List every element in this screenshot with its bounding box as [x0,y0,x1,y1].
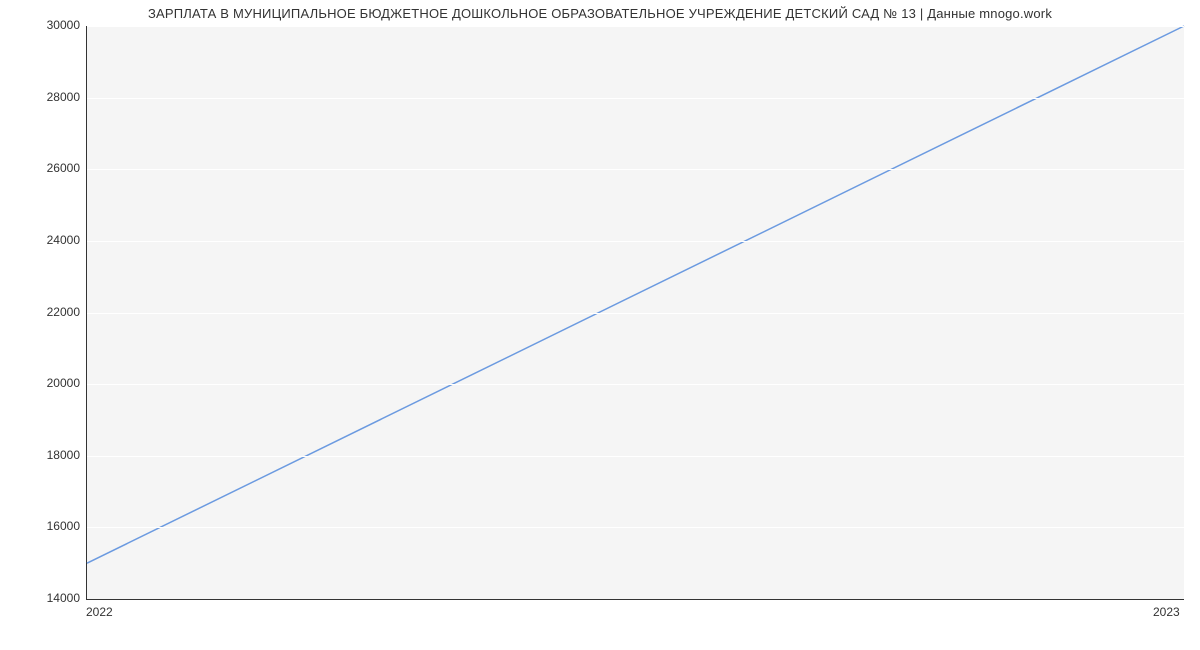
gridline [87,26,1184,27]
gridline [87,241,1184,242]
y-tick-label: 18000 [0,448,80,462]
y-tick-label: 22000 [0,305,80,319]
y-tick-label: 28000 [0,90,80,104]
gridline [87,384,1184,385]
chart-title: ЗАРПЛАТА В МУНИЦИПАЛЬНОЕ БЮДЖЕТНОЕ ДОШКО… [0,6,1200,21]
y-tick-label: 26000 [0,161,80,175]
x-tick-label: 2023 [1153,605,1180,619]
plot-area [86,26,1184,600]
gridline [87,98,1184,99]
gridline [87,169,1184,170]
y-tick-label: 24000 [0,233,80,247]
chart-container: ЗАРПЛАТА В МУНИЦИПАЛЬНОЕ БЮДЖЕТНОЕ ДОШКО… [0,0,1200,650]
y-tick-label: 30000 [0,18,80,32]
gridline [87,313,1184,314]
gridline [87,527,1184,528]
gridline [87,456,1184,457]
y-tick-label: 16000 [0,519,80,533]
y-tick-label: 20000 [0,376,80,390]
y-tick-label: 14000 [0,591,80,605]
x-tick-label: 2022 [86,605,113,619]
